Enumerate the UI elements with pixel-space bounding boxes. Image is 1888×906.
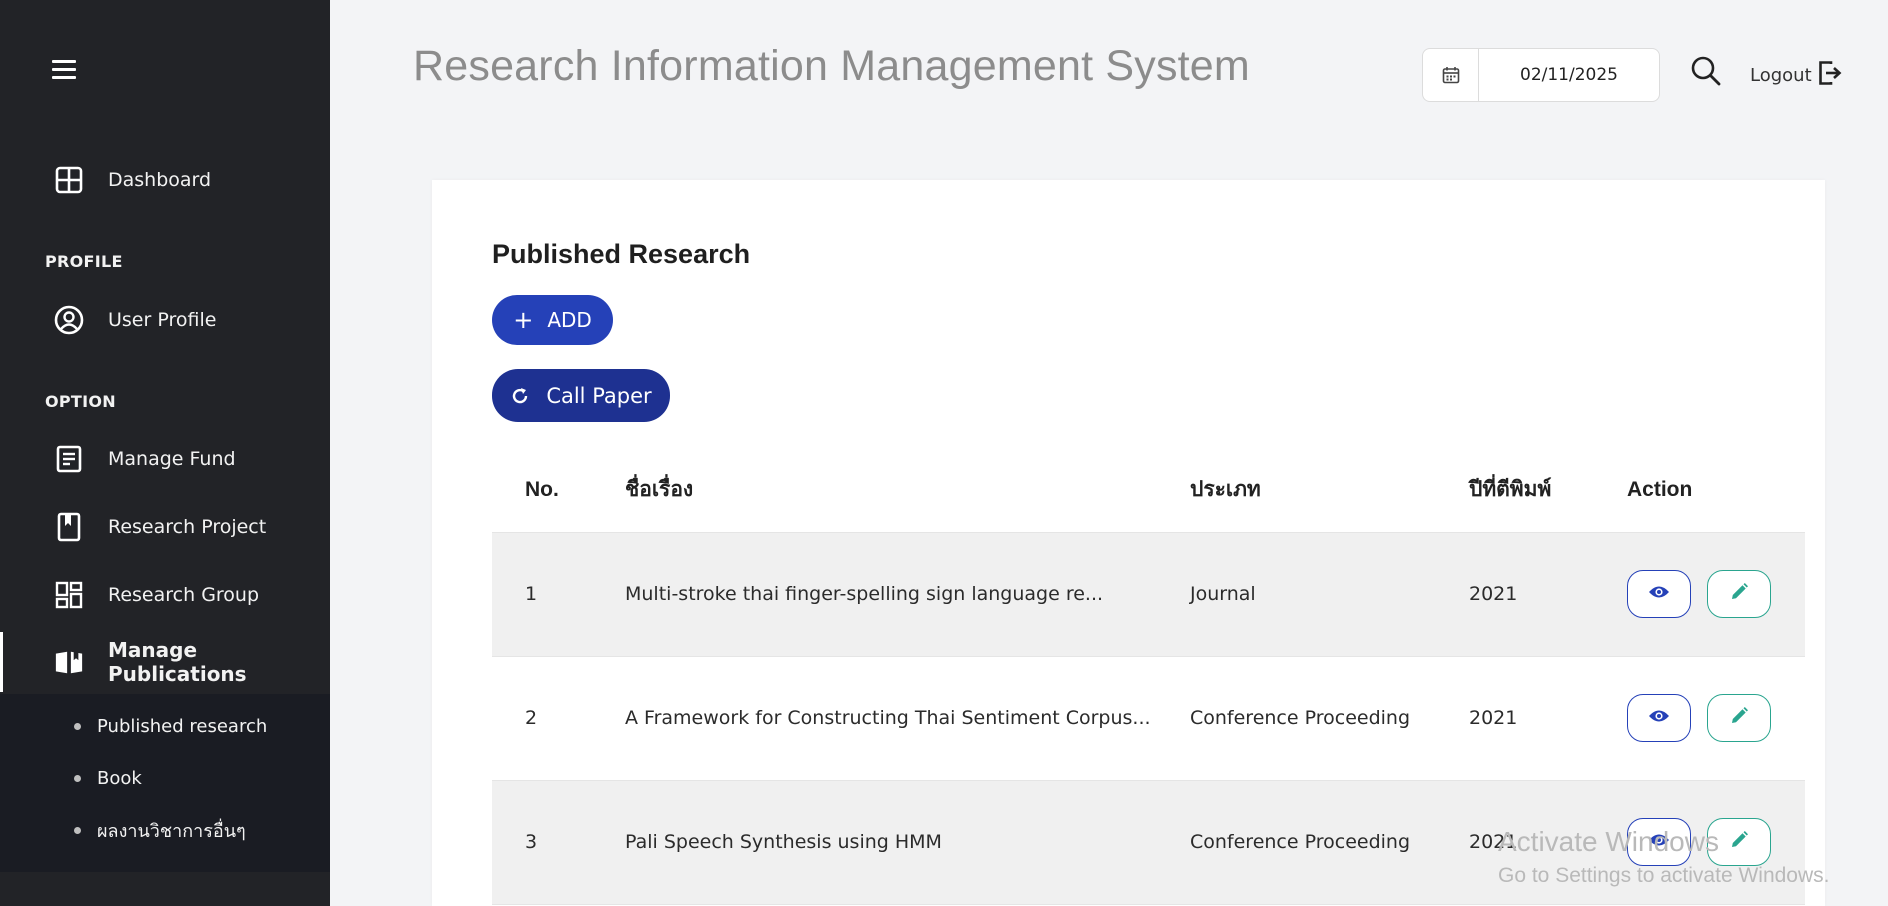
logout-label: Logout: [1750, 64, 1812, 86]
column-header-title[interactable]: ชื่อเรื่อง: [592, 448, 1157, 533]
document-icon: [54, 444, 84, 474]
column-header-year[interactable]: ปีที่ตีพิมพ์: [1436, 448, 1594, 533]
sidebar-item-label: Research Project: [108, 516, 267, 538]
search-icon[interactable]: [1690, 55, 1722, 87]
view-button[interactable]: [1627, 570, 1691, 618]
app-title: Research Information Management System: [413, 42, 1250, 90]
plus-icon: +: [513, 306, 534, 334]
activation-watermark: Activate Windows Go to Settings to activ…: [1498, 826, 1830, 888]
cell-title: Pali Speech Synthesis using HMM: [592, 780, 1157, 905]
card-title: Published Research: [492, 239, 751, 269]
call-paper-label: Call Paper: [546, 383, 652, 408]
sidebar-item-research-group[interactable]: Research Group: [0, 565, 330, 625]
call-paper-button[interactable]: Call Paper: [492, 369, 670, 422]
bullet-icon: [74, 826, 81, 834]
cell-title: Multi-stroke thai finger-spelling sign l…: [592, 532, 1157, 657]
menu-icon[interactable]: [52, 60, 76, 80]
cell-title: A Framework for Constructing Thai Sentim…: [592, 656, 1157, 781]
calendar-icon[interactable]: [1423, 49, 1479, 101]
submenu-item-other-works[interactable]: ผลงานวิชาการอื่นๆ: [0, 810, 330, 850]
add-button-label: ADD: [547, 308, 592, 332]
watermark-line2: Go to Settings to activate Windows.: [1498, 864, 1830, 887]
sidebar-item-manage-publications[interactable]: Manage Publications: [0, 632, 330, 692]
cell-action: [1594, 656, 1805, 781]
edit-button[interactable]: [1707, 694, 1771, 742]
submenu-item-label: Book: [97, 767, 142, 789]
add-button[interactable]: + ADD: [492, 295, 613, 345]
published-research-card: Published Research + ADD Call Paper No. …: [432, 180, 1825, 906]
sidebar-item-label: User Profile: [108, 309, 217, 331]
sidebar: Dashboard PROFILE User Profile OPTION Ma…: [0, 0, 330, 906]
logout-button[interactable]: Logout: [1750, 60, 1842, 90]
eye-icon: [1648, 707, 1670, 729]
watermark-line1: Activate Windows: [1498, 826, 1719, 857]
section-label-option: OPTION: [45, 392, 116, 411]
dashboard-icon: [54, 165, 84, 195]
sidebar-item-research-project[interactable]: Research Project: [0, 497, 330, 557]
submenu-item-published-research[interactable]: Published research: [0, 706, 330, 746]
submenu-item-label: ผลงานวิชาการอื่นๆ: [97, 820, 246, 842]
bullet-icon: [74, 722, 81, 730]
cell-no: 2: [492, 656, 592, 781]
sidebar-item-manage-fund[interactable]: Manage Fund: [0, 429, 330, 489]
eye-icon: [1648, 583, 1670, 605]
publications-submenu: Published research Book ผลงานวิชาการอื่น…: [0, 694, 330, 872]
column-header-action: Action: [1594, 448, 1805, 533]
sidebar-item-label: Manage Fund: [108, 448, 236, 470]
table-row: 1 Multi-stroke thai finger-spelling sign…: [492, 532, 1805, 657]
table-header-row: No. ชื่อเรื่อง ประเภท ปีที่ตีพิมพ์ Actio…: [492, 448, 1805, 533]
grid-layout-icon: [54, 580, 84, 610]
cell-type: Conference Proceeding: [1157, 780, 1436, 905]
table-row: 2 A Framework for Constructing Thai Sent…: [492, 656, 1805, 781]
cell-action: [1594, 532, 1805, 657]
pencil-icon: [1729, 582, 1749, 607]
cell-year: 2021: [1436, 532, 1594, 657]
column-header-no[interactable]: No.: [492, 448, 592, 533]
bookmark-icon: [54, 512, 84, 542]
date-value: 02/11/2025: [1520, 65, 1618, 85]
user-circle-icon: [54, 305, 84, 335]
sidebar-item-label: Research Group: [108, 584, 260, 606]
open-book-icon: [54, 647, 84, 677]
sidebar-item-dashboard[interactable]: Dashboard: [0, 150, 330, 210]
sidebar-item-label: Dashboard: [108, 169, 212, 191]
cell-year: 2021: [1436, 656, 1594, 781]
cell-no: 3: [492, 780, 592, 905]
view-button[interactable]: [1627, 694, 1691, 742]
cell-type: Conference Proceeding: [1157, 656, 1436, 781]
cell-type: Journal: [1157, 532, 1436, 657]
submenu-item-book[interactable]: Book: [0, 758, 330, 798]
sidebar-item-label: Manage Publications: [108, 638, 247, 686]
pencil-icon: [1729, 706, 1749, 731]
column-header-type[interactable]: ประเภท: [1157, 448, 1436, 533]
date-picker[interactable]: 02/11/2025: [1422, 48, 1660, 102]
cell-no: 1: [492, 532, 592, 657]
edit-button[interactable]: [1707, 570, 1771, 618]
section-label-profile: PROFILE: [45, 252, 123, 271]
refresh-icon: [510, 386, 530, 406]
bullet-icon: [74, 774, 81, 782]
sidebar-item-user-profile[interactable]: User Profile: [0, 290, 330, 350]
logout-icon: [1818, 60, 1842, 90]
submenu-item-label: Published research: [97, 715, 268, 737]
